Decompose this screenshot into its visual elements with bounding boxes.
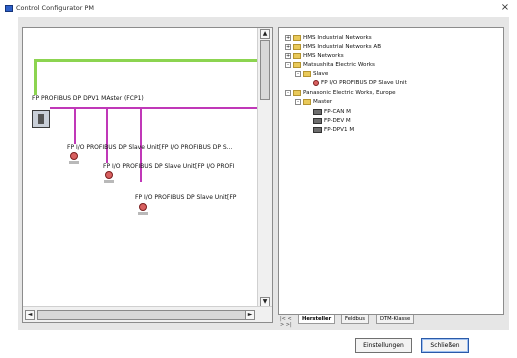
slave-label-2[interactable]: FP I/O PROFIBUS DP Slave Unit[FP I/O PRO… xyxy=(103,163,234,170)
collapse-icon[interactable]: - xyxy=(295,70,301,77)
catalog-tabs: |< < > >| Hersteller Feldbus DTM-Klasse xyxy=(278,315,504,328)
master-module-icon xyxy=(313,117,322,124)
tree-item[interactable]: FP-DPV1 M xyxy=(313,126,354,134)
tree-item[interactable]: - Panasonic Electric Works, Europe xyxy=(285,89,396,97)
tab-scroll-arrows[interactable]: |< < > >| xyxy=(280,316,294,328)
collapse-icon[interactable]: - xyxy=(285,61,291,68)
tree-item-label: Master xyxy=(313,99,333,105)
tree-item[interactable]: + HMS Industrial Networks xyxy=(285,34,372,42)
dialog-client-area: FP PROFIBUS DP DPV1 MAster (FCP1) FP I/O… xyxy=(18,17,509,330)
slave-device-icon-3[interactable] xyxy=(139,203,147,211)
tab-hersteller[interactable]: Hersteller xyxy=(298,315,336,324)
horizontal-scroll-thumb[interactable] xyxy=(37,310,247,320)
expand-icon[interactable]: + xyxy=(285,43,291,50)
profibus-line xyxy=(50,107,258,109)
diagram-horizontal-scrollbar[interactable]: ◄ ► xyxy=(23,306,272,322)
vertical-scroll-thumb[interactable] xyxy=(260,40,270,100)
tree-item-label: Matsushita Electric Works xyxy=(303,62,375,68)
slave-label-1[interactable]: FP I/O PROFIBUS DP Slave Unit[FP I/O PRO… xyxy=(67,144,232,151)
slave-label-3[interactable]: FP I/O PROFIBUS DP Slave Unit[FP xyxy=(135,194,236,201)
slave-drop-line-2 xyxy=(106,108,108,163)
collapse-icon[interactable]: - xyxy=(295,98,301,105)
ethernet-bus-line xyxy=(34,59,258,62)
tree-item[interactable]: - Slave xyxy=(295,70,328,78)
tree-item-label: FP-DEV M xyxy=(324,118,351,124)
tab-feldbus[interactable]: Feldbus xyxy=(341,315,369,324)
folder-icon xyxy=(293,34,301,41)
expand-icon[interactable]: + xyxy=(285,34,291,41)
slave-tag-3 xyxy=(138,212,148,215)
folder-icon xyxy=(303,98,311,105)
tree-item[interactable]: FP-CAN M xyxy=(313,108,351,116)
tree-item[interactable]: - Matsushita Electric Works xyxy=(285,61,375,69)
scroll-left-icon[interactable]: ◄ xyxy=(25,310,35,320)
tree-item-label: HMS Industrial Networks xyxy=(303,35,372,41)
close-button[interactable]: Schließen xyxy=(421,338,469,353)
slave-device-icon-2[interactable] xyxy=(105,171,113,179)
tree-item[interactable]: + HMS Industrial Networks AB xyxy=(285,43,381,51)
app-icon xyxy=(5,5,13,12)
scroll-right-icon[interactable]: ► xyxy=(245,310,255,320)
folder-icon xyxy=(303,70,311,77)
slave-tag-1 xyxy=(69,161,79,164)
network-diagram-pane[interactable]: FP PROFIBUS DP DPV1 MAster (FCP1) FP I/O… xyxy=(22,27,273,323)
slave-device-icon xyxy=(313,79,319,86)
scroll-up-icon[interactable]: ▲ xyxy=(260,29,270,39)
tree-item[interactable]: - Master xyxy=(295,98,332,106)
ethernet-drop-line xyxy=(34,59,37,95)
tree-item-label: FP-CAN M xyxy=(324,109,352,115)
title-bar: Control Configurator PM × xyxy=(0,0,517,17)
tree-item-label: HMS Networks xyxy=(303,53,344,59)
settings-button[interactable]: Einstellungen xyxy=(355,338,412,353)
diagram-vertical-scrollbar[interactable]: ▲ ▼ xyxy=(257,28,272,308)
folder-icon xyxy=(293,89,301,96)
tree-item-label: FP I/O PROFIBUS DP Slave Unit xyxy=(321,80,407,86)
tree-item[interactable]: + HMS Networks xyxy=(285,52,344,60)
window-title: Control Configurator PM xyxy=(16,4,94,12)
expand-icon[interactable]: + xyxy=(285,52,291,59)
tree-item-label: FP-DPV1 M xyxy=(324,127,355,133)
tab-dtm-klasse[interactable]: DTM-Klasse xyxy=(376,315,415,324)
slave-drop-line-1 xyxy=(74,108,76,144)
collapse-icon[interactable]: - xyxy=(285,89,291,96)
close-icon[interactable]: × xyxy=(499,2,511,14)
configurator-window: Control Configurator PM × FP PROFIBUS DP… xyxy=(0,0,517,358)
master-label[interactable]: FP PROFIBUS DP DPV1 MAster (FCP1) xyxy=(32,95,144,102)
tree-item[interactable]: FP I/O PROFIBUS DP Slave Unit xyxy=(313,79,407,87)
tree-item[interactable]: FP-DEV M xyxy=(313,117,351,125)
master-module-icon xyxy=(313,108,322,115)
tree-item-label: Panasonic Electric Works, Europe xyxy=(303,90,396,96)
slave-tag-2 xyxy=(104,180,114,183)
folder-icon xyxy=(293,52,301,59)
tree-item-label: HMS Industrial Networks AB xyxy=(303,44,382,50)
folder-icon xyxy=(293,43,301,50)
network-diagram[interactable]: FP PROFIBUS DP DPV1 MAster (FCP1) FP I/O… xyxy=(23,28,258,308)
tree-item-label: Slave xyxy=(313,71,329,77)
master-module-icon xyxy=(313,126,322,133)
device-catalog-tree[interactable]: + HMS Industrial Networks + HMS Industrial… xyxy=(278,27,504,315)
folder-icon xyxy=(293,61,301,68)
master-device-icon[interactable] xyxy=(32,110,50,128)
slave-device-icon-1[interactable] xyxy=(70,152,78,160)
